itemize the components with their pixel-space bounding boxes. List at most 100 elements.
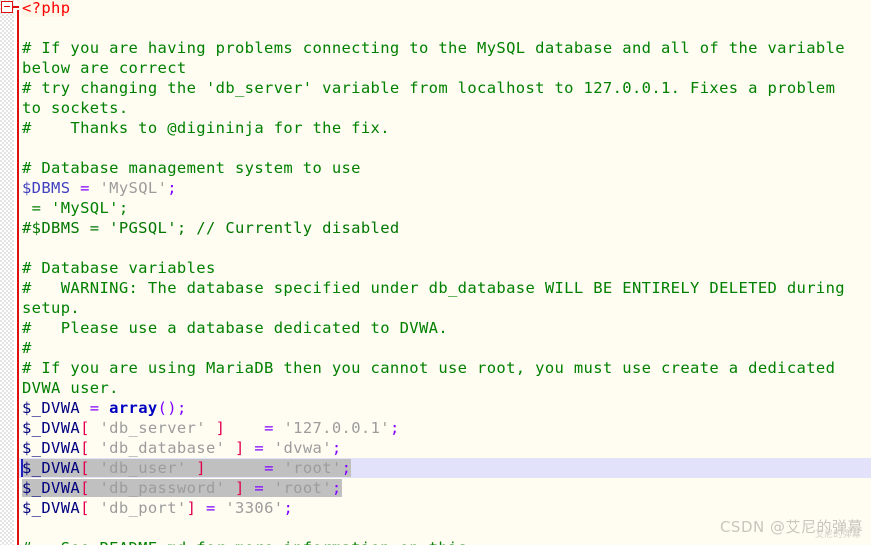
- code-line-text: DVWA user.: [22, 379, 119, 397]
- code-line-comment-dvwauser[interactable]: # If you are using MariaDB then you cann…: [0, 358, 871, 378]
- selection-span: $_DVWA[ 'db_user' ] = 'root';: [22, 459, 352, 477]
- code-line-text: setup.: [22, 299, 81, 317]
- code-line-comment-connect[interactable]: # If you are having problems connecting …: [0, 38, 871, 58]
- code-line-comment-pgsql[interactable]: = 'MySQL';: [0, 198, 871, 218]
- code-line-text: # Database management system to use: [22, 159, 361, 177]
- close-bracket: ]: [196, 459, 206, 477]
- code-line-blank[interactable]: #$DBMS = 'PGSQL'; // Currently disabled: [0, 218, 871, 238]
- pad: [206, 459, 254, 477]
- code-line-text: #$DBMS = 'PGSQL'; // Currently disabled: [22, 219, 400, 237]
- equals-operator: =: [254, 479, 265, 497]
- equals-operator: =: [264, 419, 274, 437]
- semicolon: ;: [167, 179, 177, 197]
- fold-collapse-icon[interactable]: [1, 1, 13, 13]
- code-line-blank[interactable]: [0, 18, 871, 38]
- semicolon: ;: [331, 439, 342, 457]
- db-database-key: 'db_database': [99, 439, 226, 457]
- code-line-comment-setup[interactable]: # WARNING: The database specified under …: [0, 278, 871, 298]
- code-line-comment-recaptcha[interactable]: # See README.md for more information on …: [0, 538, 871, 545]
- fold-guide-line: [17, 10, 19, 545]
- code-line-comment-hash[interactable]: # Please use a database dedicated to DVW…: [0, 318, 871, 338]
- text-caret: [21, 459, 23, 477]
- code-line-php-open[interactable]: <?php: [0, 0, 871, 18]
- code-line-text: = 'MySQL';: [22, 199, 129, 217]
- code-line-db-port[interactable]: $_DVWA[ 'db_port'] = '3306';: [0, 498, 871, 518]
- code-line-text: # See README.md for more information on …: [22, 539, 477, 545]
- php-open-tag: <?php: [22, 0, 71, 17]
- code-line-text: # If you are having problems connecting …: [22, 39, 845, 57]
- open-bracket: [: [80, 419, 90, 437]
- db-password-value: 'root': [273, 479, 332, 497]
- code-line-comment-dedicated[interactable]: setup.: [0, 298, 871, 318]
- code-line-text: # Thanks to @digininja for the fix.: [22, 119, 390, 137]
- code-line-comment-sockets[interactable]: to sockets.: [0, 98, 871, 118]
- open-bracket: [: [80, 439, 90, 457]
- semicolon: ;: [331, 479, 342, 497]
- code-line-comment-dbms[interactable]: # Database management system to use: [0, 158, 871, 178]
- code-line-comment-dbserver[interactable]: # try changing the 'db_server' variable …: [0, 78, 871, 98]
- code-line-comment-readme[interactable]: DVWA user.: [0, 378, 871, 398]
- db-password-key: 'db_password': [99, 479, 226, 497]
- code-line-dvwa-array-init[interactable]: $_DVWA = array();: [0, 398, 871, 418]
- code-line-comment-warning[interactable]: # Database variables: [0, 258, 871, 278]
- open-bracket: [: [80, 479, 90, 497]
- semicolon: ;: [341, 459, 352, 477]
- code-line-text: # Please use a database dedicated to DVW…: [22, 319, 448, 337]
- close-bracket: ]: [215, 419, 226, 437]
- code-line-text: # try changing the 'db_server' variable …: [22, 79, 836, 97]
- open-bracket: [: [80, 499, 90, 517]
- db-user-key: 'db_user': [99, 459, 187, 477]
- db-server-value: '127.0.0.1': [283, 419, 390, 437]
- equals-operator: =: [205, 499, 216, 517]
- code-text-area[interactable]: <?php # If you are having problems conne…: [0, 0, 871, 545]
- open-bracket: [: [80, 459, 90, 477]
- equals-operator: =: [80, 179, 90, 197]
- dvwa-variable: $_DVWA: [22, 439, 81, 457]
- code-line-db-password[interactable]: $_DVWA[ 'db_password' ] = 'root';: [0, 478, 871, 498]
- code-editor-window: <?php # If you are having problems conne…: [0, 0, 871, 545]
- db-user-value: 'root': [283, 459, 342, 477]
- dvwa-variable: $_DVWA: [22, 479, 81, 497]
- close-bracket: ]: [235, 479, 245, 497]
- code-line-blank[interactable]: [0, 138, 871, 158]
- code-line-db-database[interactable]: $_DVWA[ 'db_database' ] = 'dvwa';: [0, 438, 871, 458]
- code-line-db-user[interactable]: $_DVWA[ 'db_user' ] = 'root';: [0, 458, 871, 478]
- dvwa-variable: $_DVWA: [22, 419, 81, 437]
- fold-gutter[interactable]: [0, 0, 14, 545]
- close-bracket: ]: [235, 439, 245, 457]
- dbms-value: 'MySQL': [99, 179, 168, 197]
- pad: [225, 419, 254, 437]
- selection-span: $_DVWA[ 'db_password' ] = 'root';: [22, 479, 342, 497]
- code-line-text: #: [22, 339, 32, 357]
- code-line-text: below are correct: [22, 59, 187, 77]
- equals-operator: =: [254, 439, 265, 457]
- code-line-dbms-assign[interactable]: $DBMS = 'MySQL';: [0, 178, 871, 198]
- code-line-comment-dbvars[interactable]: [0, 238, 871, 258]
- code-line-text: # Database variables: [22, 259, 216, 277]
- db-port-value: '3306': [225, 499, 284, 517]
- array-call-tail: ();: [157, 399, 187, 417]
- code-line-comment-thanks[interactable]: # Thanks to @digininja for the fix.: [0, 118, 871, 138]
- fold-marker-cap: [13, 6, 19, 8]
- dvwa-variable: $_DVWA: [22, 499, 81, 517]
- code-line-db-server[interactable]: $_DVWA[ 'db_server' ] = '127.0.0.1';: [0, 418, 871, 438]
- code-line-comment-mariadb[interactable]: #: [0, 338, 871, 358]
- semicolon: ;: [283, 499, 294, 517]
- code-line-comment-correct[interactable]: below are correct: [0, 58, 871, 78]
- equals-operator: =: [264, 459, 274, 477]
- code-line-text: # WARNING: The database specified under …: [22, 279, 845, 297]
